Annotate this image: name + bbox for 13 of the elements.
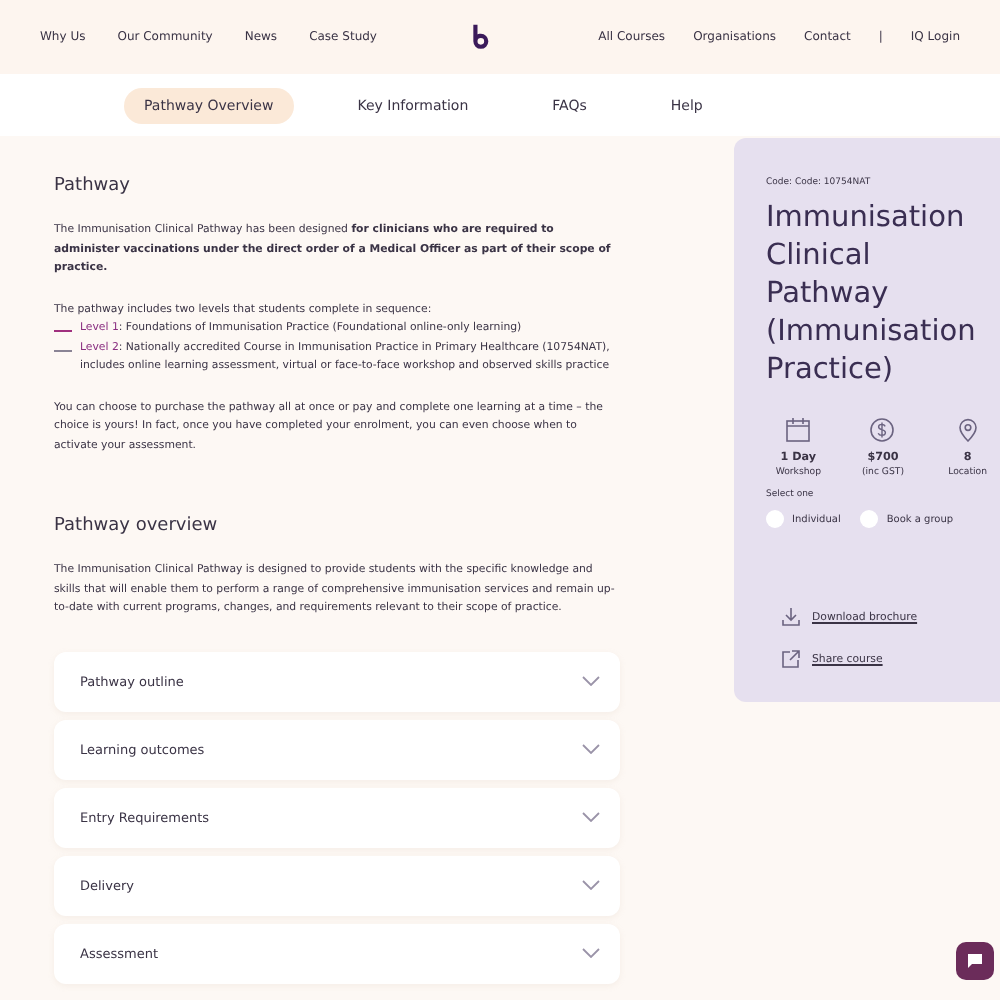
location-pin-icon xyxy=(955,418,980,442)
section-title: Pathway xyxy=(54,176,132,196)
share-icon xyxy=(782,650,800,668)
dollar-icon xyxy=(870,418,895,442)
radio-button[interactable] xyxy=(766,510,784,528)
chat-button[interactable] xyxy=(956,942,994,980)
calendar-icon xyxy=(786,418,811,442)
download-icon xyxy=(782,608,800,626)
radio-button[interactable] xyxy=(860,510,879,528)
section-title: Pathway overview xyxy=(54,516,220,536)
course-title: Immunisation Clinical Pathway (Immunisation Practice) xyxy=(766,200,978,390)
chat-bubble-icon xyxy=(966,952,984,970)
logo-icon[interactable] xyxy=(470,23,490,51)
